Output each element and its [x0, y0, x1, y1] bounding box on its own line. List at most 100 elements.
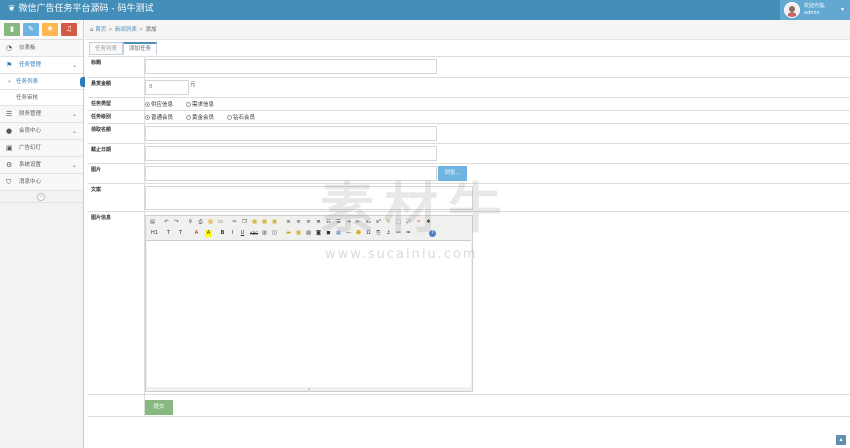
scroll-top-button[interactable]: ▴ — [836, 435, 846, 445]
amount-input[interactable]: 8 — [145, 80, 189, 95]
form-row-limit: 领取名额 — [88, 124, 850, 144]
dashboard-icon: ◔ — [6, 44, 13, 52]
sidebar-item-label: 消息中心 — [19, 179, 42, 185]
radio-gold-member[interactable]: 黄金会员 — [186, 113, 214, 121]
sidebar-item-label: 财务管理 — [19, 111, 42, 117]
paste-text-icon[interactable]: ▩ — [261, 219, 268, 226]
pencil-icon[interactable]: ✎ — [23, 23, 39, 36]
paste-word-icon[interactable]: ▩ — [271, 219, 278, 226]
title-label: 标题 — [88, 57, 145, 77]
cut-icon[interactable]: ✂ — [231, 219, 238, 226]
heading-button[interactable]: H1 — [149, 230, 160, 237]
line-height-icon[interactable]: ▥ — [261, 230, 268, 237]
user-menu[interactable]: 欢迎光临, admin ▾ — [780, 0, 850, 20]
sidebar-item-ads[interactable]: ▣ 广告幻灯 — [0, 140, 83, 157]
strikethrough-button[interactable]: ABC — [249, 230, 259, 237]
code-icon[interactable]: ▭ — [217, 219, 224, 226]
chevron-down-icon: ⌄ — [71, 128, 77, 135]
radio-diamond-member[interactable]: 钻石会员 — [227, 113, 255, 121]
deadline-label: 截止日期 — [88, 144, 145, 163]
image-label: 图片 — [88, 164, 145, 183]
preview-icon[interactable]: ⚲ — [187, 219, 194, 226]
submit-button[interactable]: 提交 — [145, 400, 173, 415]
double-angle-right-icon: » — [8, 79, 12, 85]
align-left-icon[interactable]: ≡ — [285, 219, 292, 226]
align-right-icon[interactable]: ≡ — [305, 219, 312, 226]
font-family-button[interactable]: T — [165, 230, 172, 237]
image-icon[interactable]: ▬ — [285, 230, 292, 237]
source-icon[interactable]: ▤ — [149, 219, 156, 226]
signal-icon[interactable]: ▮ — [4, 23, 20, 36]
app-title: 微信广告任务平台源码 - 码牛测试 — [18, 4, 154, 14]
bold-button[interactable]: B — [219, 230, 226, 237]
radio-supply[interactable]: 供应信息 — [145, 100, 173, 108]
list-icon: ☰ — [6, 110, 13, 118]
sidebar-item-members[interactable]: ● 会员中心 ⌄ — [0, 123, 83, 140]
radio-demand[interactable]: 需求信息 — [186, 100, 214, 108]
template-icon[interactable]: ▦ — [207, 219, 214, 226]
amount-unit: 元 — [190, 82, 196, 88]
radio-normal-member[interactable]: 普通会员 — [145, 113, 173, 121]
copy-icon[interactable]: ❐ — [241, 219, 248, 226]
sidebar-item-task-management[interactable]: ⚑ 任务管理 ⌄ — [0, 57, 83, 74]
paste-icon[interactable]: ▩ — [251, 219, 258, 226]
sidebar-item-messages[interactable]: ⛉ 消息中心 — [0, 174, 83, 191]
users-icon[interactable]: ❖ — [42, 23, 58, 36]
flash-icon[interactable]: ▨ — [305, 230, 312, 237]
redo-icon[interactable]: ↷ — [173, 219, 180, 226]
watermark-text: 素材牛 — [320, 177, 512, 240]
breadcrumb-section[interactable]: 新闻列表 — [115, 27, 137, 33]
user-greeting: 欢迎光临, — [804, 3, 826, 9]
form-row-amount: 悬赏金额 8 元 — [88, 78, 850, 98]
chevron-down-icon: ⌄ — [71, 111, 77, 118]
underline-button[interactable]: U — [239, 230, 246, 237]
multi-image-icon[interactable]: ▩ — [295, 230, 302, 237]
chevron-down-icon: ⌄ — [71, 62, 77, 69]
sidebar-subitem-task-review[interactable]: 任务审核 — [0, 90, 83, 106]
tab-task-list[interactable]: 任务列表 — [89, 42, 124, 55]
font-size-button[interactable]: T — [177, 230, 184, 237]
level-label: 任务级别 — [88, 111, 145, 123]
form-row-level: 任务级别 普通会员 黄金会员 钻石会员 — [88, 111, 850, 124]
resize-handle-icon[interactable]: ⇣ — [146, 386, 472, 391]
form-row-submit: 提交 — [88, 395, 850, 417]
type-label: 任务类型 — [88, 98, 145, 110]
undo-icon[interactable]: ↶ — [163, 219, 170, 226]
chevron-down-icon: ⌄ — [71, 162, 77, 169]
remove-format-icon[interactable]: ◫ — [271, 230, 278, 237]
leaf-icon: ❦ — [8, 4, 16, 14]
text-color-button[interactable]: A — [193, 230, 200, 237]
form-row-type: 任务类型 供应信息 需求信息 — [88, 98, 850, 111]
sidebar-item-label: 任务列表 — [16, 79, 39, 85]
align-center-icon[interactable]: ≡ — [295, 219, 302, 226]
italic-button[interactable]: I — [229, 230, 236, 237]
title-input[interactable] — [145, 59, 437, 74]
sidebar-item-settings[interactable]: ⚙ 系统设置 ⌄ — [0, 157, 83, 174]
sidebar-subitem-task-list[interactable]: » 任务列表 — [0, 74, 86, 90]
sidebar-item-finance[interactable]: ☰ 财务管理 ⌄ — [0, 106, 83, 123]
sidebar-item-label: 任务管理 — [19, 62, 42, 68]
detail-label: 图片信息 — [88, 212, 145, 394]
sidebar-item-dashboard[interactable]: ◔ 仪表板 — [0, 40, 83, 57]
flag-icon: ⚑ — [6, 61, 13, 69]
limit-input[interactable] — [145, 126, 437, 141]
form-row-deadline: 截止日期 — [88, 144, 850, 164]
bg-color-button[interactable]: A — [205, 230, 212, 237]
rich-text-editor: ▤ ↶ ↷ ⚲ ⎙ ▦ ▭ ✂ ❐ ▩ ▩ ▩ ≡ ≡ ≡ ≣ ☷ ☰ ⇥ ⇤ … — [145, 215, 473, 392]
caret-down-icon: ▾ — [840, 6, 844, 13]
sidebar-shortcuts: ▮ ✎ ❖ ♫ — [0, 20, 83, 40]
bell-icon[interactable]: ♫ — [61, 23, 77, 36]
tab-add-task[interactable]: 添加任务 — [123, 42, 158, 55]
sidebar-item-label: 广告幻灯 — [19, 145, 42, 151]
print-icon[interactable]: ⎙ — [197, 219, 204, 226]
deadline-input[interactable] — [145, 146, 437, 161]
radio-label: 普通会员 — [151, 115, 174, 121]
app-brand[interactable]: ❦ 微信广告任务平台源码 - 码牛测试 — [8, 4, 154, 15]
user-icon: ● — [6, 127, 13, 135]
form-row-title: 标题 — [88, 57, 850, 78]
editor-content-area[interactable] — [147, 240, 471, 387]
sidebar-item-label: 仪表板 — [19, 45, 36, 51]
user-name: admin — [804, 10, 820, 16]
breadcrumb-home[interactable]: 首页 — [95, 27, 106, 33]
double-angle-left-icon[interactable]: « — [37, 193, 45, 201]
